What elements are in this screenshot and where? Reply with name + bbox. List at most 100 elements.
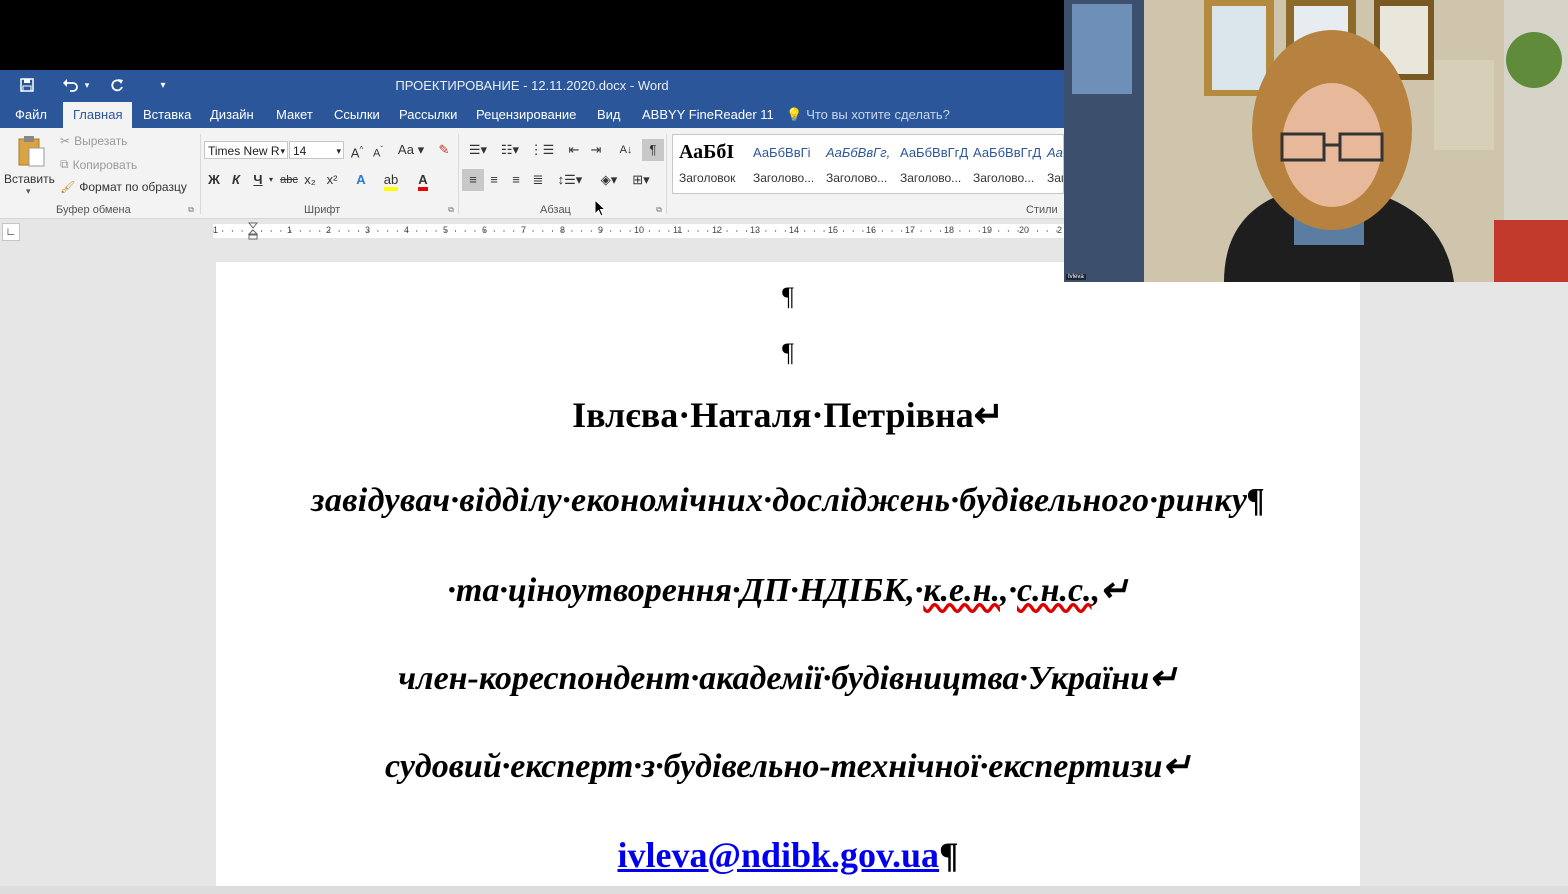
bullets-icon[interactable]: ☰▾ bbox=[464, 141, 492, 159]
paragraph-launcher-icon[interactable]: ⧉ bbox=[654, 204, 664, 216]
style-name: Заголово... bbox=[753, 171, 815, 185]
organization-line: ·та·ціноутворення·ДП·НДІБК,·к.е.н.,·с.н.… bbox=[216, 570, 1360, 610]
decrease-indent-icon[interactable]: ⇤ bbox=[564, 141, 584, 159]
clear-formatting-icon[interactable]: ✎ bbox=[436, 141, 452, 159]
change-case-button[interactable]: Аа ▾ bbox=[396, 141, 426, 159]
style-item[interactable]: АаБбІ Заголовок bbox=[673, 135, 745, 193]
style-name: Заг bbox=[1047, 171, 1064, 185]
ruler-number: 17 bbox=[905, 225, 916, 235]
strikethrough-button[interactable]: abc bbox=[278, 171, 300, 189]
font-name-field[interactable]: Times New R ▾ bbox=[204, 141, 288, 159]
tab-layout[interactable]: Макет bbox=[266, 102, 323, 128]
style-sample: АаБбІ bbox=[679, 141, 735, 163]
document-page[interactable]: ¶ ¶ Івлєва·Наталя·Петрівна↵ завідувач·ві… bbox=[216, 262, 1360, 894]
subscript-button[interactable]: x₂ bbox=[302, 171, 318, 189]
style-item[interactable]: АаБбВвГі Заголово... bbox=[747, 135, 819, 193]
bottom-strip bbox=[0, 886, 1568, 894]
brush-icon: 🖌 bbox=[60, 180, 76, 194]
sort-icon[interactable]: A↓ bbox=[616, 141, 636, 159]
ruler-number: 15 bbox=[828, 225, 839, 235]
ruler-number: 13 bbox=[750, 225, 761, 235]
separator-text: ,↵ bbox=[1091, 572, 1129, 609]
justify-icon[interactable]: ≣ bbox=[528, 171, 548, 189]
underline-button[interactable]: Ч bbox=[250, 171, 266, 189]
text-effects-icon[interactable]: A bbox=[352, 171, 370, 189]
ruler-number: 3 bbox=[365, 225, 371, 235]
line-spacing-icon[interactable]: ↕☰▾ bbox=[556, 171, 584, 189]
email-line: ivleva@ndibk.gov.ua¶ bbox=[216, 834, 1360, 876]
ruler-number: 12 bbox=[712, 225, 723, 235]
style-name: Заголово... bbox=[973, 171, 1035, 185]
align-right-icon[interactable]: ≡ bbox=[506, 171, 526, 189]
style-item[interactable]: АаБбВвГгД Заголово... bbox=[967, 135, 1041, 193]
grow-font-icon[interactable]: A^ bbox=[349, 141, 365, 162]
tab-mailings[interactable]: Рассылки bbox=[389, 102, 467, 128]
clipboard-launcher-icon[interactable]: ⧉ bbox=[186, 204, 196, 216]
highlight-icon[interactable]: ab bbox=[382, 171, 400, 191]
ruler-number: 9 bbox=[598, 225, 604, 235]
video-participant-tile[interactable]: Ivleva bbox=[1064, 0, 1568, 282]
shading-icon[interactable]: ◈▾ bbox=[594, 171, 624, 189]
cut-button[interactable]: ✂ Вырезать bbox=[60, 134, 127, 148]
lightbulb-icon: 💡 bbox=[786, 107, 803, 122]
tab-selector-button[interactable]: ∟ bbox=[2, 223, 20, 241]
ribbon-home: Вставить ▾ ✂ Вырезать ⧉ Копировать 🖌 Формат… bbox=[0, 128, 1064, 219]
ruler-number: 5 bbox=[443, 225, 449, 235]
tab-home[interactable]: Главная bbox=[63, 102, 133, 128]
tab-insert[interactable]: Вставка bbox=[133, 102, 201, 128]
style-name: Заголовок bbox=[679, 171, 736, 185]
tab-review[interactable]: Рецензирование bbox=[466, 102, 586, 128]
style-item[interactable]: АаБбВвГгД Заголово... bbox=[894, 135, 968, 193]
show-formatting-marks-icon[interactable]: ¶ bbox=[642, 139, 664, 161]
copy-button[interactable]: ⧉ Копировать bbox=[60, 157, 137, 172]
ruler-number: 2 bbox=[326, 225, 332, 235]
tab-view[interactable]: Вид bbox=[587, 102, 631, 128]
participant-name-label: Ivleva bbox=[1066, 274, 1086, 280]
tab-design[interactable]: Дизайн bbox=[200, 102, 264, 128]
ruler-number: 1 bbox=[213, 225, 219, 235]
tell-me-search[interactable]: 💡 Что вы хотите сделать? bbox=[776, 102, 960, 128]
degree-text: к.е.н. bbox=[923, 572, 1000, 609]
font-size-value: 14 bbox=[293, 144, 307, 158]
ruler-number: 20 bbox=[1019, 225, 1030, 235]
style-item[interactable]: Аа Заг bbox=[1041, 135, 1064, 193]
horizontal-ruler[interactable]: 1 1 2 3 4 5 6 7 8 9 10 11 12 13 14 15 16… bbox=[213, 222, 1064, 240]
format-painter-label: Формат по образцу bbox=[79, 180, 187, 194]
title-text: с.н.с. bbox=[1017, 572, 1092, 609]
numbering-icon[interactable]: ☷▾ bbox=[496, 141, 524, 159]
borders-icon[interactable]: ⊞▾ bbox=[626, 171, 656, 189]
styles-gallery[interactable]: АаБбІ Заголовок АаБбВвГі Заголово... АаБ… bbox=[672, 134, 1064, 194]
shrink-font-icon[interactable]: Aˇ bbox=[370, 141, 386, 163]
increase-indent-icon[interactable]: ⇥ bbox=[586, 141, 606, 159]
bold-button[interactable]: Ж bbox=[206, 171, 222, 189]
multilevel-list-icon[interactable]: ⋮☰ bbox=[528, 141, 556, 159]
underline-dropdown-icon[interactable]: ▾ bbox=[266, 171, 276, 189]
email-link[interactable]: ivleva@ndibk.gov.ua bbox=[617, 835, 939, 875]
style-name: Заголово... bbox=[900, 171, 962, 185]
italic-button[interactable]: К bbox=[228, 171, 244, 189]
font-launcher-icon[interactable]: ⧉ bbox=[446, 204, 456, 216]
style-item[interactable]: АаБбВвГг, Заголово... bbox=[820, 135, 892, 193]
clipboard-group-label: Буфер обмена bbox=[56, 204, 131, 216]
paste-button[interactable]: Вставить ▾ bbox=[4, 132, 56, 198]
tab-references[interactable]: Ссылки bbox=[324, 102, 390, 128]
font-color-icon[interactable]: A bbox=[414, 171, 432, 191]
ruler-number: 14 bbox=[789, 225, 800, 235]
font-size-field[interactable]: 14 ▾ bbox=[289, 141, 344, 159]
format-painter-button[interactable]: 🖌 Формат по образцу bbox=[60, 180, 187, 194]
separator bbox=[666, 134, 667, 214]
indent-marker-icon[interactable] bbox=[248, 222, 258, 240]
separator bbox=[458, 134, 459, 214]
align-center-icon[interactable]: ≡ bbox=[484, 171, 504, 189]
ruler-number: 11 bbox=[673, 225, 683, 235]
scissors-icon: ✂ bbox=[60, 134, 71, 148]
superscript-button[interactable]: x² bbox=[324, 171, 340, 189]
tab-abbyy[interactable]: ABBYY FineReader 11 bbox=[632, 102, 784, 128]
chevron-down-icon: ▾ bbox=[280, 146, 285, 156]
align-left-icon[interactable]: ≡ bbox=[462, 169, 484, 191]
person-name: Івлєва·Наталя·Петрівна↵ bbox=[572, 395, 1004, 435]
tab-file[interactable]: Файл bbox=[5, 102, 57, 128]
font-group-label: Шрифт bbox=[304, 204, 341, 216]
style-sample: Аа bbox=[1047, 145, 1063, 160]
expert-line: судовий·експерт·з·будівельно-технічної·е… bbox=[385, 748, 1191, 785]
